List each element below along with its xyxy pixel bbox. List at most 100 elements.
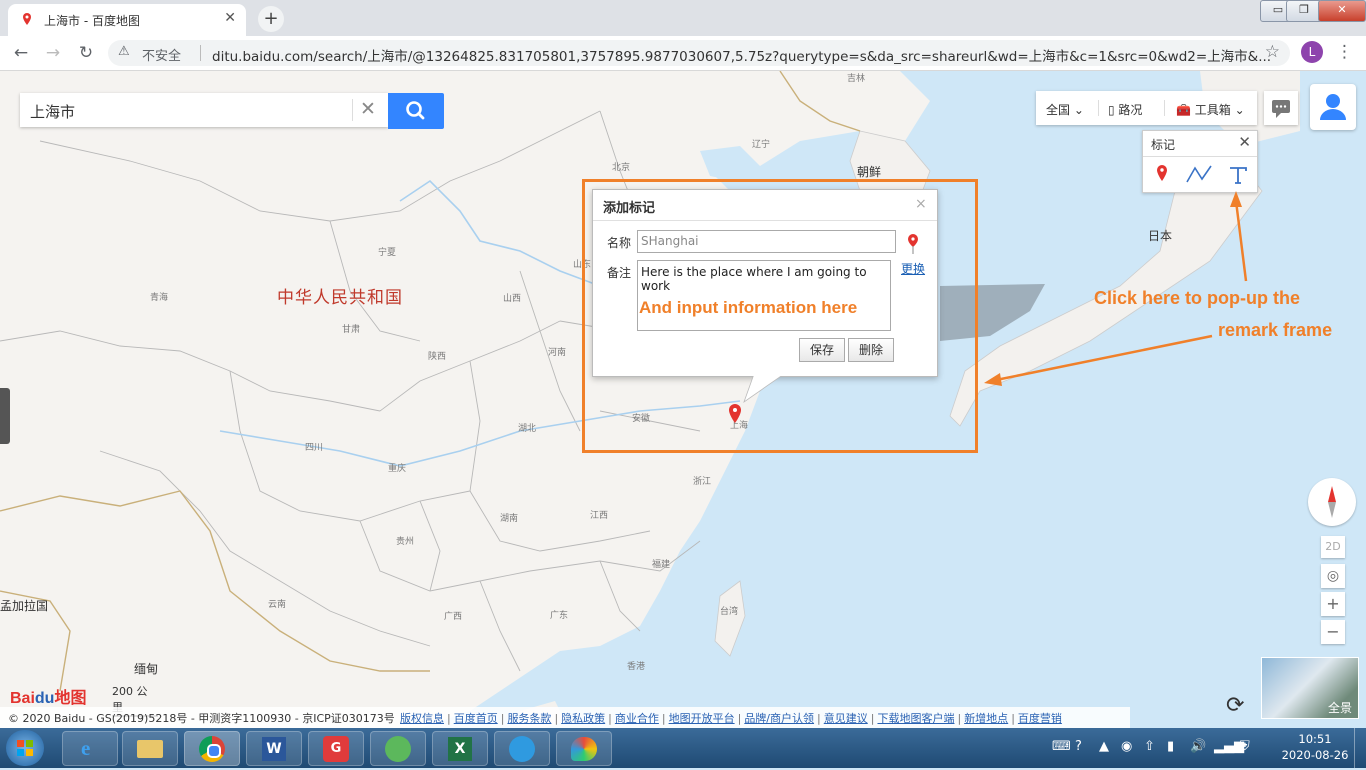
url-text[interactable]: ditu.baidu.com/search/上海市/@13264825.8317…: [212, 45, 1271, 65]
country-label-north-korea: 朝鲜: [857, 165, 882, 179]
side-panel-handle[interactable]: [0, 388, 10, 444]
locate-button[interactable]: ◎: [1321, 564, 1345, 588]
line-marker-icon[interactable]: [1185, 164, 1213, 184]
copyright-text: © 2020 Baidu - GS(2019)5218号 - 甲测资字11009…: [8, 712, 395, 725]
text-marker-icon[interactable]: [1227, 164, 1249, 186]
maximize-button[interactable]: ❐: [1286, 0, 1322, 22]
browser-taskbar-icon[interactable]: [494, 731, 550, 766]
taskbar-clock[interactable]: 10:51 2020-08-26: [1280, 731, 1350, 763]
country-label-bangladesh: 孟加拉国: [0, 599, 49, 613]
keyboard-tray-icon[interactable]: ⌨: [1052, 739, 1071, 754]
address-bar[interactable]: ⚠ 不安全 ditu.baidu.com/search/上海市/@1326482…: [108, 40, 1290, 66]
2d-toggle-button[interactable]: 2D: [1321, 536, 1345, 558]
refresh-icon[interactable]: ⟳: [1226, 693, 1244, 718]
footer-link-separator: |: [957, 712, 962, 725]
zoom-out-button[interactable]: −: [1321, 620, 1345, 644]
tab-close-icon[interactable]: ✕: [224, 10, 236, 26]
footer-bar: © 2020 Baidu - GS(2019)5218号 - 甲测资字11009…: [0, 707, 1130, 728]
annotation-arrows: [984, 191, 1248, 386]
footer-link[interactable]: 意见建议: [824, 712, 868, 725]
province-label: 香港: [627, 662, 646, 672]
footer-links: 版权信息 | 百度首页 | 服务条款 | 隐私政策 | 商业合作 | 地图开放平台 | 品牌/商户认领 |…: [400, 710, 1062, 726]
chat-icon: [1272, 100, 1290, 118]
logo-du: du: [34, 690, 55, 707]
logo-bai: Bai: [10, 690, 35, 707]
user-icon: [1320, 94, 1346, 120]
battery-tray-icon[interactable]: ▮: [1167, 739, 1174, 754]
footer-link[interactable]: 下载地图客户端: [877, 712, 954, 725]
excel-taskbar-icon[interactable]: X: [432, 731, 488, 766]
point-marker-icon[interactable]: [1155, 164, 1169, 184]
show-hidden-icon[interactable]: ▲: [1099, 739, 1109, 754]
forward-icon[interactable]: →: [42, 42, 64, 64]
tab-title: 上海市 - 百度地图: [44, 14, 140, 28]
province-label: 河南: [548, 348, 567, 358]
ie-taskbar-icon[interactable]: e: [62, 731, 118, 766]
footer-link[interactable]: 服务条款: [507, 712, 551, 725]
toolbox-label: 工具箱: [1194, 103, 1231, 117]
help-tray-icon[interactable]: ?: [1075, 739, 1082, 754]
clear-search-icon[interactable]: ✕: [360, 98, 376, 120]
traffic-button[interactable]: ▯ 路况: [1108, 101, 1142, 118]
toolbar-divider: [1098, 100, 1099, 116]
word-taskbar-icon[interactable]: W: [246, 731, 302, 766]
search-button[interactable]: [388, 93, 444, 129]
start-button[interactable]: [6, 730, 44, 766]
footer-link[interactable]: 隐私政策: [561, 712, 605, 725]
province-label: 四川: [305, 443, 324, 453]
zoom-in-button[interactable]: +: [1321, 592, 1345, 616]
app-taskbar-icon[interactable]: G: [308, 731, 364, 766]
logo-ditu: 地图: [54, 690, 87, 707]
upload-tray-icon[interactable]: ⇧: [1144, 739, 1155, 754]
browser-tab[interactable]: 上海市 - 百度地图 ✕: [8, 4, 246, 36]
chrome-taskbar-icon[interactable]: [184, 731, 240, 766]
map-pin-icon: [23, 13, 31, 25]
baidu-map-logo: Baidu地图: [10, 684, 86, 708]
explorer-taskbar-icon[interactable]: [122, 731, 178, 766]
security-shield-icon[interactable]: ⛨: [1240, 739, 1250, 754]
new-tab-button[interactable]: +: [258, 6, 284, 32]
province-label: 广东: [550, 611, 569, 621]
footer-link[interactable]: 商业合作: [615, 712, 659, 725]
show-desktop-button[interactable]: [1354, 728, 1366, 768]
bookmark-star-icon[interactable]: ☆: [1265, 42, 1280, 62]
reload-icon[interactable]: ↻: [75, 42, 97, 64]
back-icon[interactable]: ←: [10, 42, 32, 64]
compass-control[interactable]: [1308, 478, 1356, 526]
user-button[interactable]: [1310, 84, 1356, 130]
player-taskbar-icon[interactable]: [370, 731, 426, 766]
marker-panel-close-icon[interactable]: ✕: [1238, 133, 1251, 151]
footer-link[interactable]: 百度营销: [1018, 712, 1062, 725]
footer-link-separator: |: [500, 712, 505, 725]
footer-link[interactable]: 百度首页: [454, 712, 498, 725]
paint-taskbar-icon[interactable]: [556, 731, 612, 766]
marker-panel: 标记 ✕: [1142, 130, 1258, 193]
app-tray-icon[interactable]: ◉: [1121, 739, 1132, 754]
region-selector[interactable]: 全国 ⌄: [1046, 101, 1084, 118]
footer-link-separator: |: [661, 712, 666, 725]
annotation-input-hint: And input information here: [639, 298, 858, 317]
windows-logo-icon: [17, 740, 33, 756]
country-label-myanmar: 缅甸: [134, 662, 159, 676]
province-label: 福建: [652, 560, 671, 570]
traffic-label: 路况: [1118, 103, 1143, 117]
footer-link[interactable]: 版权信息: [400, 712, 444, 725]
browser-menu-icon[interactable]: ⋮: [1336, 42, 1353, 62]
province-label: 云南: [268, 600, 287, 610]
toolbox-button[interactable]: 🧰 工具箱 ⌄: [1176, 101, 1245, 118]
compass-icon: [1328, 486, 1336, 518]
footer-link[interactable]: 新增地点: [964, 712, 1008, 725]
message-button[interactable]: [1264, 91, 1298, 125]
province-label: 山西: [503, 294, 522, 304]
footer-link[interactable]: 地图开放平台: [669, 712, 735, 725]
province-label: 辽宁: [752, 140, 771, 150]
footer-link-separator: |: [554, 712, 559, 725]
footer-link-separator: |: [608, 712, 612, 725]
footer-link[interactable]: 品牌/商户认领: [744, 712, 814, 725]
profile-avatar[interactable]: L: [1301, 41, 1323, 63]
search-input[interactable]: [28, 99, 352, 123]
panorama-thumbnail[interactable]: 全景: [1261, 657, 1359, 719]
window-close-button[interactable]: ✕: [1318, 0, 1366, 22]
search-divider: [352, 99, 353, 121]
volume-icon[interactable]: 🔊: [1190, 739, 1206, 754]
